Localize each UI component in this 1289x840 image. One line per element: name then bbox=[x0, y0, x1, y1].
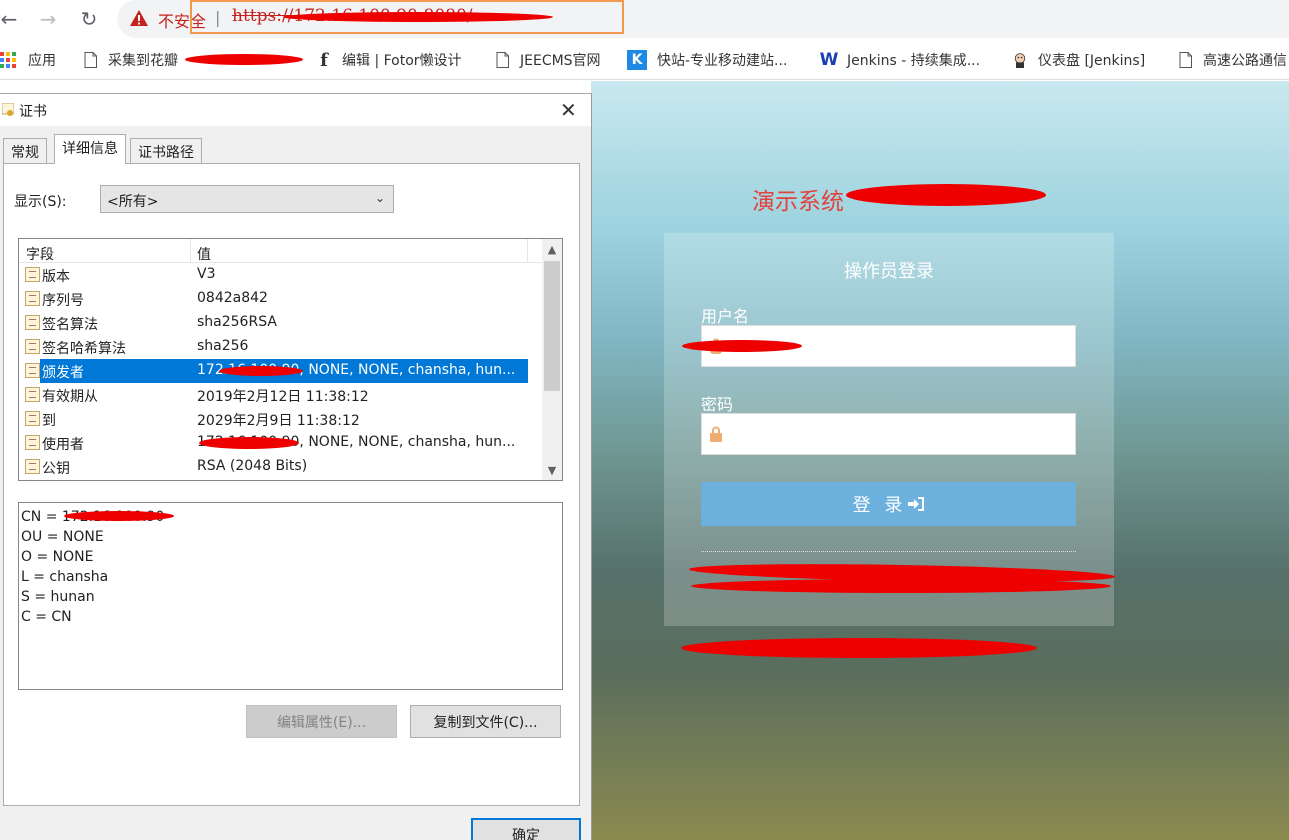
bookmark-jenkins-ci[interactable]: W Jenkins - 持续集成... bbox=[819, 50, 980, 70]
scroll-thumb[interactable] bbox=[544, 261, 560, 391]
jenkins-avatar-icon bbox=[1012, 52, 1028, 68]
field-icon bbox=[25, 291, 40, 306]
bookmark-jeecms[interactable]: JEECMS官网 bbox=[494, 50, 601, 70]
apps-grid-icon bbox=[0, 52, 16, 68]
bookmark-highway[interactable]: 高速公路通信 bbox=[1177, 50, 1287, 70]
bookmark-kuaizhan[interactable]: K 快站-专业移动建站... bbox=[627, 50, 787, 70]
chevron-down-icon: ⌄ bbox=[374, 191, 385, 205]
table-row[interactable]: 签名算法 sha256RSA bbox=[19, 311, 542, 335]
table-row[interactable]: 到 2029年2月9日 11:38:12 bbox=[19, 407, 542, 431]
w-logo-icon: W bbox=[819, 50, 839, 70]
redaction-mark bbox=[691, 579, 1111, 593]
login-page: 演示系统 操作员登录 用户名 密码 登 录 bbox=[591, 81, 1289, 840]
ok-button[interactable]: 确定 bbox=[471, 818, 581, 840]
field-icon bbox=[25, 435, 40, 450]
bookmark-apps[interactable]: 应用 bbox=[0, 50, 56, 70]
redaction-mark bbox=[682, 340, 802, 352]
table-row[interactable]: 序列号 0842a842 bbox=[19, 287, 542, 311]
login-title: 操作员登录 bbox=[844, 261, 934, 282]
system-title: 演示系统 bbox=[752, 189, 844, 215]
tab-details[interactable]: 详细信息 bbox=[54, 134, 126, 164]
show-label: 显示(S): bbox=[14, 194, 67, 210]
list-header: 字段 值 bbox=[19, 239, 542, 263]
field-icon bbox=[25, 387, 40, 402]
field-list: 字段 值 版本 V3 序列号 0842a842 签名算法 sha256RSA 签… bbox=[18, 238, 563, 481]
column-field[interactable]: 字段 bbox=[26, 244, 54, 264]
redaction-mark bbox=[64, 511, 174, 521]
login-button[interactable]: 登 录 bbox=[701, 482, 1076, 526]
page-icon bbox=[1177, 52, 1193, 68]
table-row[interactable]: 版本 V3 bbox=[19, 263, 542, 287]
redaction-mark bbox=[283, 12, 553, 22]
username-label: 用户名 bbox=[701, 307, 750, 326]
dialog-title: 证书 bbox=[19, 104, 47, 120]
bookmark-jenkins-dashboard[interactable]: 仪表盘 [Jenkins] bbox=[1012, 50, 1145, 70]
warning-icon bbox=[130, 10, 148, 26]
scroll-down-icon[interactable]: ▼ bbox=[542, 460, 562, 480]
kuaizhan-k-icon: K bbox=[627, 50, 647, 70]
certificate-icon bbox=[2, 103, 14, 116]
divider bbox=[701, 551, 1076, 552]
redaction-mark bbox=[846, 184, 1046, 206]
redaction-mark bbox=[185, 54, 303, 65]
copy-to-file-button[interactable]: 复制到文件(C)... bbox=[410, 705, 561, 738]
bookmark-fotor[interactable]: f 编辑 | Fotor懒设计 bbox=[316, 49, 461, 71]
fotor-f-icon: f bbox=[320, 49, 328, 71]
field-icon bbox=[25, 459, 40, 474]
field-icon bbox=[25, 411, 40, 426]
field-icon bbox=[25, 315, 40, 330]
field-icon bbox=[25, 363, 40, 378]
show-select[interactable]: <所有> ⌄ bbox=[100, 185, 394, 213]
table-row[interactable]: 公钥 RSA (2048 Bits) bbox=[19, 455, 542, 479]
bookmark-huaban[interactable]: 采集到花瓣 bbox=[82, 50, 178, 70]
browser-toolbar: ← → ↻ 不安全 | https://172.16.100.90:8080/.… bbox=[0, 0, 1289, 40]
dialog-titlebar: 证书 ✕ bbox=[0, 94, 591, 126]
field-icon bbox=[25, 267, 40, 282]
table-row[interactable]: 签名哈希算法 sha256 bbox=[19, 335, 542, 359]
redaction-mark bbox=[199, 437, 299, 449]
redaction-mark bbox=[681, 638, 1037, 658]
edit-properties-button[interactable]: 编辑属性(E)... bbox=[246, 705, 397, 738]
certificate-dialog: 证书 ✕ 常规 详细信息 证书路径 显示(S): <所有> ⌄ 字段 值 版本 … bbox=[0, 93, 592, 840]
sign-in-icon bbox=[908, 497, 925, 511]
reload-icon[interactable]: ↻ bbox=[74, 5, 104, 33]
page-icon bbox=[494, 52, 510, 68]
scroll-up-icon[interactable]: ▲ bbox=[542, 239, 562, 259]
column-value[interactable]: 值 bbox=[197, 244, 211, 264]
field-icon bbox=[25, 339, 40, 354]
field-detail-box[interactable]: CN = 172.16.100.90 OU = NONE O = NONE L … bbox=[18, 502, 563, 690]
bookmarks-bar: 应用 采集到花瓣 f 编辑 | Fotor懒设计 JEECMS官网 K 快站-专… bbox=[0, 40, 1289, 80]
password-input[interactable] bbox=[701, 413, 1076, 455]
list-scrollbar[interactable]: ▲ ▼ bbox=[542, 239, 562, 480]
back-icon[interactable]: ← bbox=[0, 5, 24, 33]
password-label: 密码 bbox=[701, 395, 734, 414]
redaction-mark bbox=[219, 366, 303, 376]
tab-general[interactable]: 常规 bbox=[3, 138, 47, 163]
page-icon bbox=[82, 52, 98, 68]
tab-cert-path[interactable]: 证书路径 bbox=[130, 138, 202, 163]
lock-icon bbox=[710, 426, 722, 442]
table-row[interactable]: 有效期从 2019年2月12日 11:38:12 bbox=[19, 383, 542, 407]
close-icon[interactable]: ✕ bbox=[560, 98, 577, 122]
address-bar[interactable]: 不安全 | https://172.16.100.90:8080/... bbox=[117, 0, 1289, 38]
forward-icon[interactable]: → bbox=[33, 5, 63, 33]
